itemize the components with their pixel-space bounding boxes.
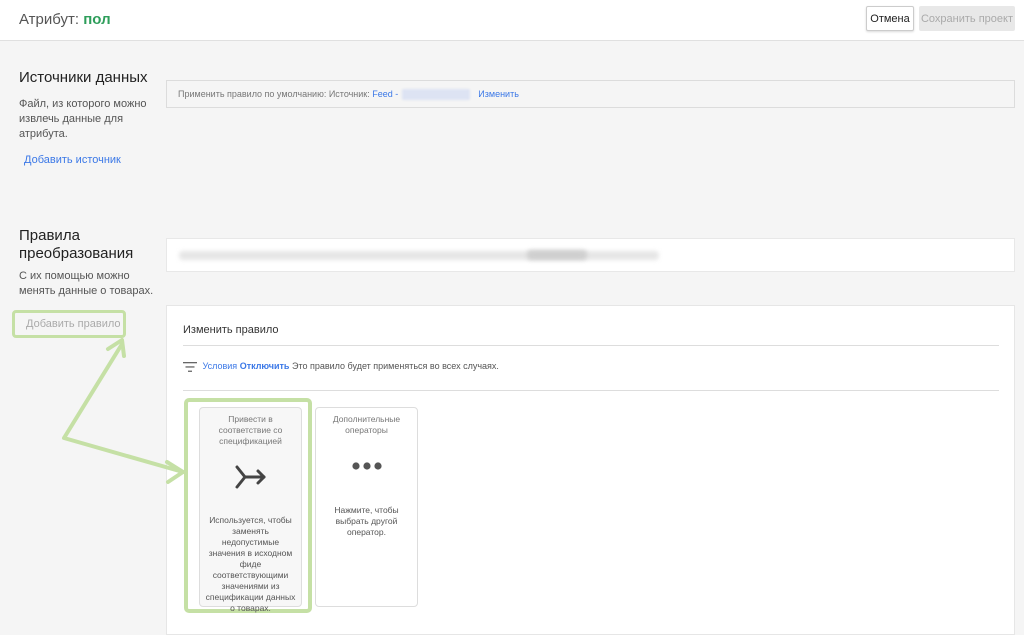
sources-title: Источники данных (19, 69, 148, 86)
card-icon-wrap (200, 463, 301, 494)
rules-title-line: преобразования (19, 245, 134, 262)
card-title: Дополнительные операторы (320, 414, 413, 436)
redacted-text (179, 251, 659, 260)
default-rule-text: Применить правило по умолчанию: Источник… (178, 89, 370, 99)
card-desc-line: значениями из (221, 581, 280, 591)
operator-card-conform[interactable]: Привести в соответствие со спецификацией… (199, 407, 302, 613)
card-title-line: Дополнительные (332, 414, 401, 424)
filter-icon (183, 361, 197, 372)
rules-title-line: Правила (19, 227, 80, 244)
merge-arrow-icon (235, 465, 265, 489)
attribute-name: пол (83, 11, 111, 28)
card-description: Используется, чтобы заменять недопустимы… (204, 515, 297, 614)
add-rule-button[interactable]: Добавить правило (26, 318, 121, 330)
card-desc-line: Нажмите, чтобы (334, 505, 399, 515)
more-dots-icon (351, 462, 382, 470)
default-source-row: Применить правило по умолчанию: Источник… (178, 89, 519, 101)
rules-description: С их помощью можно менять данные о товар… (19, 269, 153, 299)
card-desc-line: оператор. (347, 527, 386, 537)
card-title: Привести в соответствие со спецификацией (204, 414, 297, 447)
existing-rule-redacted[interactable] (166, 238, 1015, 272)
sources-desc-line: извлечь данные для (19, 113, 124, 125)
redacted-text (527, 250, 587, 260)
card-desc-line: Используется, чтобы (209, 515, 292, 525)
sources-description: Файл, из которого можно извлечь данные д… (19, 97, 147, 142)
redacted-feed-name (402, 89, 471, 101)
add-rule-highlight: Добавить правило (12, 310, 126, 338)
card-desc-line: фиде (239, 559, 262, 569)
operator-card-more[interactable]: Дополнительные операторы Нажмите, чтобы … (315, 407, 418, 607)
conditions-row: Условия Отключить Это правило будет прим… (183, 361, 499, 372)
divider (183, 390, 999, 391)
divider (183, 345, 999, 346)
card-title-line: Привести в (228, 414, 273, 424)
rules-title: Правила преобразования (19, 227, 133, 263)
card-title-line: соответствие со (218, 425, 283, 435)
card-desc-line: о товарах. (230, 603, 271, 613)
card-icon-wrap (316, 460, 417, 475)
card-description: Нажмите, чтобы выбрать другой оператор. (320, 505, 413, 538)
page-title: Атрибут: пол (19, 11, 111, 28)
disable-conditions-link[interactable]: Отключить (240, 361, 290, 371)
card-desc-line: выбрать другой (335, 516, 398, 526)
feed-link[interactable]: Feed - (372, 89, 398, 99)
sources-desc-line: атрибута. (19, 128, 68, 140)
card-desc-line: спецификации данных (205, 592, 296, 602)
conditions-link[interactable]: Условия (203, 361, 238, 371)
conditions-text: Это правило будет применяться во всех сл… (291, 361, 499, 371)
title-prefix: Атрибут: (19, 11, 80, 28)
cancel-button[interactable]: Отмена (866, 6, 914, 31)
card-title-line: спецификацией (219, 436, 282, 446)
card-desc-line: соответствующими (212, 570, 289, 580)
sources-desc-line: Файл, из которого можно (19, 98, 147, 110)
rules-desc-line: С их помощью можно (19, 270, 130, 282)
change-source-link[interactable]: Изменить (478, 89, 519, 99)
top-header: Атрибут: пол Отмена Сохранить проект (0, 0, 1024, 41)
save-project-button[interactable]: Сохранить проект (919, 6, 1015, 31)
add-source-link[interactable]: Добавить источник (24, 154, 121, 166)
card-desc-line: значения в исходном (208, 548, 293, 558)
default-source-box: Применить правило по умолчанию: Источник… (166, 80, 1015, 108)
card-title-line: операторы (345, 425, 388, 435)
edit-rule-title: Изменить правило (183, 324, 279, 336)
rules-desc-line: менять данные о товарах. (19, 285, 154, 297)
card-desc-line: заменять (232, 526, 269, 536)
card-desc-line: недопустимые (221, 537, 280, 547)
